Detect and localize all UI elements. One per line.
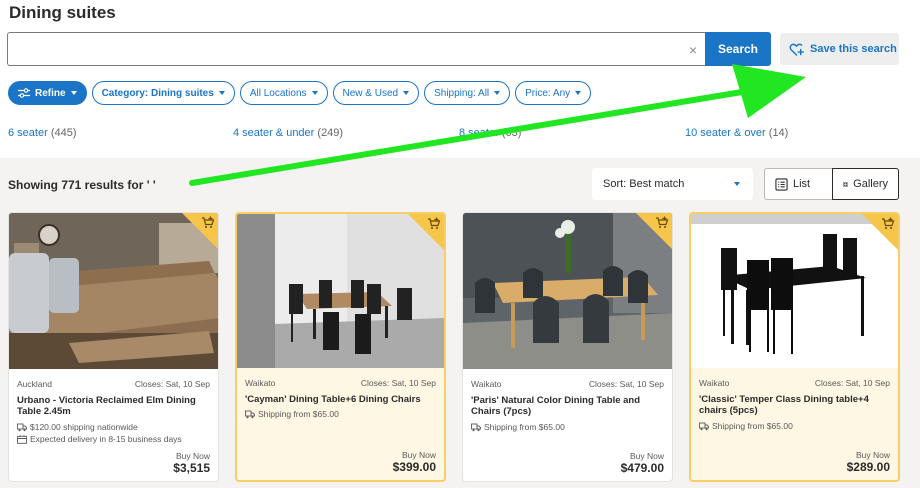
shipping-info: Shipping from $65.00 bbox=[699, 421, 793, 431]
subcategory-8-seater[interactable]: 8 seater (63) bbox=[459, 127, 521, 139]
subcategory-links: 6 seater (445) 4 seater & under (249) 8 … bbox=[8, 127, 908, 141]
clear-search-icon[interactable]: × bbox=[689, 42, 697, 58]
listing-closes: Closes: Sat, 10 Sep bbox=[360, 378, 436, 388]
listing-location: Waikato bbox=[471, 379, 502, 389]
condition-filter-label: New & Used bbox=[342, 87, 399, 99]
search-bar: × Search bbox=[7, 32, 771, 66]
listing-card[interactable]: Waikato Closes: Sat, 10 Sep 'Classic' Te… bbox=[689, 212, 900, 482]
listing-price: $289.00 bbox=[846, 460, 890, 474]
watchlist-icon[interactable] bbox=[881, 217, 895, 231]
listing-card[interactable]: Waikato Closes: Sat, 10 Sep 'Cayman' Din… bbox=[235, 212, 446, 482]
shipping-filter-label: Shipping: All bbox=[434, 87, 490, 99]
chevron-down-icon bbox=[403, 91, 410, 95]
buy-now-label: Buy Now bbox=[629, 451, 664, 461]
listing-closes: Closes: Sat, 10 Sep bbox=[814, 378, 890, 388]
truck-icon bbox=[471, 423, 481, 431]
listing-price: $479.00 bbox=[620, 461, 664, 475]
listing-location: Waikato bbox=[245, 378, 276, 388]
listing-location: Waikato bbox=[699, 378, 730, 388]
search-field-wrapper: × bbox=[7, 32, 705, 66]
listing-price: $399.00 bbox=[392, 460, 436, 474]
save-search-label: Save this search bbox=[810, 43, 897, 55]
heart-plus-icon bbox=[789, 43, 805, 56]
chevron-down-icon bbox=[70, 91, 77, 95]
listing-photo[interactable] bbox=[691, 214, 898, 368]
shipping-info: Shipping from $65.00 bbox=[245, 409, 339, 419]
buy-now-label: Buy Now bbox=[855, 450, 890, 460]
sort-dropdown[interactable]: Sort: Best match bbox=[592, 168, 753, 200]
gallery-view-button[interactable]: Gallery bbox=[832, 168, 899, 200]
sliders-icon bbox=[18, 88, 30, 98]
price-filter[interactable]: Price: Any bbox=[515, 81, 592, 105]
listing-photo[interactable] bbox=[9, 213, 218, 369]
chevron-down-icon bbox=[311, 91, 318, 95]
delivery-info: Expected delivery in 8-15 business days bbox=[17, 434, 182, 444]
category-filter-label: Category: Dining suites bbox=[101, 87, 214, 99]
subcategory-4-seater-under[interactable]: 4 seater & under (249) bbox=[233, 127, 343, 139]
list-view-label: List bbox=[793, 178, 811, 190]
results-count: Showing 771 results for ' ' bbox=[8, 178, 156, 192]
buy-now-label: Buy Now bbox=[175, 451, 210, 461]
listing-title[interactable]: 'Cayman' Dining Table+6 Dining Chairs bbox=[245, 394, 436, 405]
watchlist-icon[interactable] bbox=[427, 217, 441, 231]
buy-now-label: Buy Now bbox=[401, 450, 436, 460]
listing-meta: Waikato Closes: Sat, 10 Sep bbox=[699, 378, 890, 388]
listing-photo[interactable] bbox=[463, 213, 672, 369]
page-title: Dining suites bbox=[9, 3, 116, 22]
shipping-info: $120.00 shipping nationwide bbox=[17, 422, 138, 432]
truck-icon bbox=[17, 423, 27, 431]
chevron-down-icon bbox=[218, 91, 225, 95]
listing-card[interactable]: Auckland Closes: Sat, 10 Sep Urbano - Vi… bbox=[8, 212, 219, 482]
shipping-filter[interactable]: Shipping: All bbox=[424, 81, 511, 105]
chevron-down-icon bbox=[494, 91, 501, 95]
listing-meta: Waikato Closes: Sat, 10 Sep bbox=[245, 378, 436, 388]
listing-title[interactable]: 'Paris' Natural Color Dining Table and C… bbox=[471, 395, 664, 417]
listing-meta: Waikato Closes: Sat, 10 Sep bbox=[471, 379, 664, 389]
save-search-button[interactable]: Save this search bbox=[780, 33, 899, 65]
grid-icon bbox=[843, 181, 849, 187]
location-filter-label: All Locations bbox=[249, 87, 307, 99]
truck-icon bbox=[699, 422, 709, 430]
listing-location: Auckland bbox=[17, 379, 52, 389]
search-input[interactable] bbox=[8, 33, 705, 65]
listing-card[interactable]: Waikato Closes: Sat, 10 Sep 'Paris' Natu… bbox=[462, 212, 673, 482]
condition-filter[interactable]: New & Used bbox=[332, 81, 420, 105]
results-area: Showing 771 results for ' ' Sort: Best m… bbox=[0, 158, 920, 488]
watchlist-icon[interactable] bbox=[201, 216, 215, 230]
chevron-down-icon bbox=[575, 91, 582, 95]
category-filter[interactable]: Category: Dining suites bbox=[91, 81, 235, 105]
refine-button[interactable]: Refine bbox=[8, 81, 87, 105]
subcategory-6-seater[interactable]: 6 seater (445) bbox=[8, 127, 77, 139]
shipping-info: Shipping from $65.00 bbox=[471, 422, 565, 432]
calendar-icon bbox=[17, 434, 27, 444]
listing-photo[interactable] bbox=[237, 214, 444, 368]
list-icon bbox=[775, 177, 788, 191]
header-section: Dining suites × Search Save this search … bbox=[0, 0, 920, 158]
listing-meta: Auckland Closes: Sat, 10 Sep bbox=[17, 379, 210, 389]
view-toggle: List Gallery bbox=[764, 168, 899, 200]
listing-title[interactable]: 'Classic' Temper Class Dining table+4 ch… bbox=[699, 394, 890, 416]
listing-title[interactable]: Urbano - Victoria Reclaimed Elm Dining T… bbox=[17, 395, 210, 417]
listing-closes: Closes: Sat, 10 Sep bbox=[134, 379, 210, 389]
gallery-view-label: Gallery bbox=[853, 178, 888, 190]
listing-price: $3,515 bbox=[173, 461, 210, 475]
list-view-button[interactable]: List bbox=[764, 168, 832, 200]
refine-label: Refine bbox=[35, 87, 66, 99]
listing-closes: Closes: Sat, 10 Sep bbox=[588, 379, 664, 389]
watchlist-icon[interactable] bbox=[655, 216, 669, 230]
filter-chips: Refine Category: Dining suites All Locat… bbox=[8, 81, 592, 105]
location-filter[interactable]: All Locations bbox=[239, 81, 328, 105]
chevron-down-icon bbox=[734, 182, 740, 186]
sort-label: Sort: Best match bbox=[603, 178, 685, 190]
truck-icon bbox=[245, 410, 255, 418]
search-button[interactable]: Search bbox=[705, 32, 771, 66]
price-filter-label: Price: Any bbox=[525, 87, 571, 99]
subcategory-10-seater-over[interactable]: 10 seater & over (14) bbox=[685, 127, 788, 139]
